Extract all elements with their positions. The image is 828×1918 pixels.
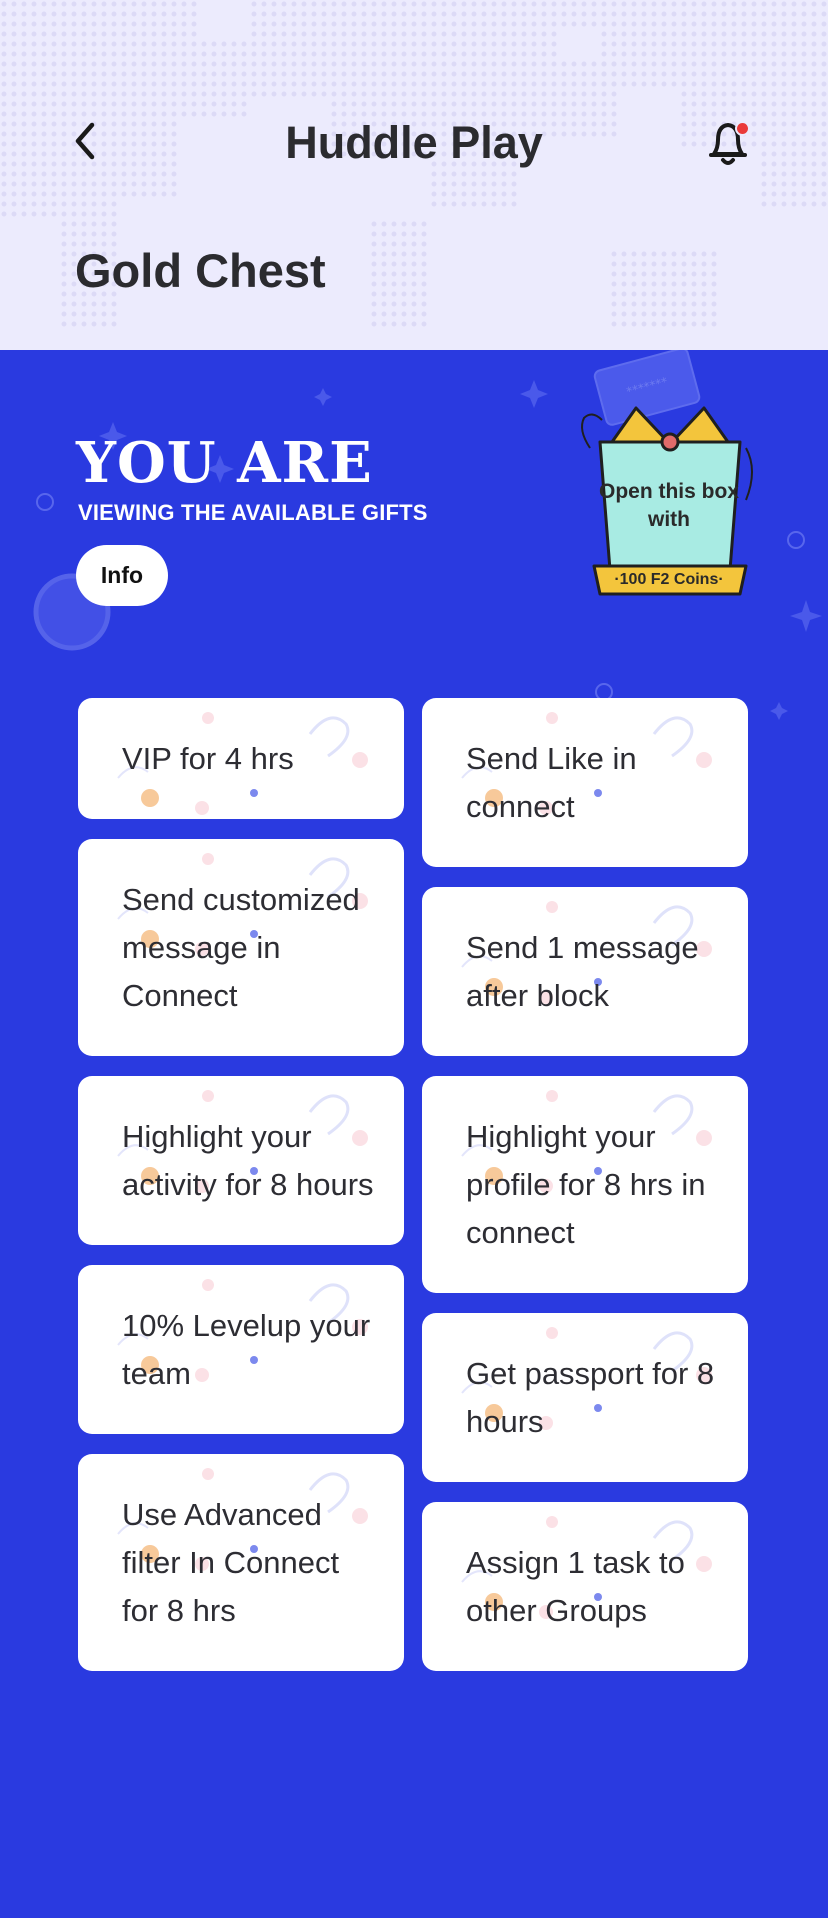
gift-label: Assign 1 task to other Groups — [466, 1545, 685, 1628]
chest-coin-cost: ·100 F2 Coins· — [614, 571, 724, 588]
gift-label: Send customized message in Connect — [122, 882, 360, 1013]
info-button[interactable]: Info — [76, 545, 168, 606]
gift-card[interactable]: Send Like in connect — [422, 698, 748, 867]
gift-label: Send 1 message after block — [466, 930, 699, 1013]
chest-open-text: Open this box with — [598, 480, 739, 531]
gift-column-right: Send Like in connect Send 1 message after… — [422, 698, 748, 1691]
hero-subheading: VIEWING THE AVAILABLE GIFTS — [78, 500, 428, 525]
gift-column-left: VIP for 4 hrs Send customized message in … — [78, 698, 404, 1691]
gift-label: 10% Levelup your team — [122, 1308, 371, 1391]
gift-label: Send Like in connect — [466, 741, 637, 824]
gift-card[interactable]: Send 1 message after block — [422, 887, 748, 1056]
gift-card[interactable]: Highlight your activity for 8 hours — [78, 1076, 404, 1245]
gifts-section: YOU ARE VIEWING THE AVAILABLE GIFTS Info… — [0, 350, 828, 1918]
gift-label: Highlight your profile for 8 hrs in conn… — [466, 1119, 706, 1250]
gift-card[interactable]: Get passport for 8 hours — [422, 1313, 748, 1482]
gift-label: Use Advanced filter In Connect for 8 hrs — [122, 1497, 340, 1628]
gift-label: VIP for 4 hrs — [122, 741, 294, 776]
gift-card[interactable]: Highlight your profile for 8 hrs in conn… — [422, 1076, 748, 1293]
gift-card[interactable]: VIP for 4 hrs — [78, 698, 404, 819]
chest-title: Gold Chest — [75, 244, 326, 297]
gift-label: Get passport for 8 hours — [466, 1356, 715, 1439]
gift-card[interactable]: Assign 1 task to other Groups — [422, 1502, 748, 1671]
notification-badge — [735, 121, 750, 136]
gift-card[interactable]: 10% Levelup your team — [78, 1265, 404, 1434]
gift-card[interactable]: Use Advanced filter In Connect for 8 hrs — [78, 1454, 404, 1671]
gift-card[interactable]: Send customized message in Connect — [78, 839, 404, 1056]
gift-label: Highlight your activity for 8 hours — [122, 1119, 374, 1202]
header: Huddle Play Gold Chest — [0, 0, 828, 350]
hero-heading: YOU ARE — [76, 430, 373, 496]
